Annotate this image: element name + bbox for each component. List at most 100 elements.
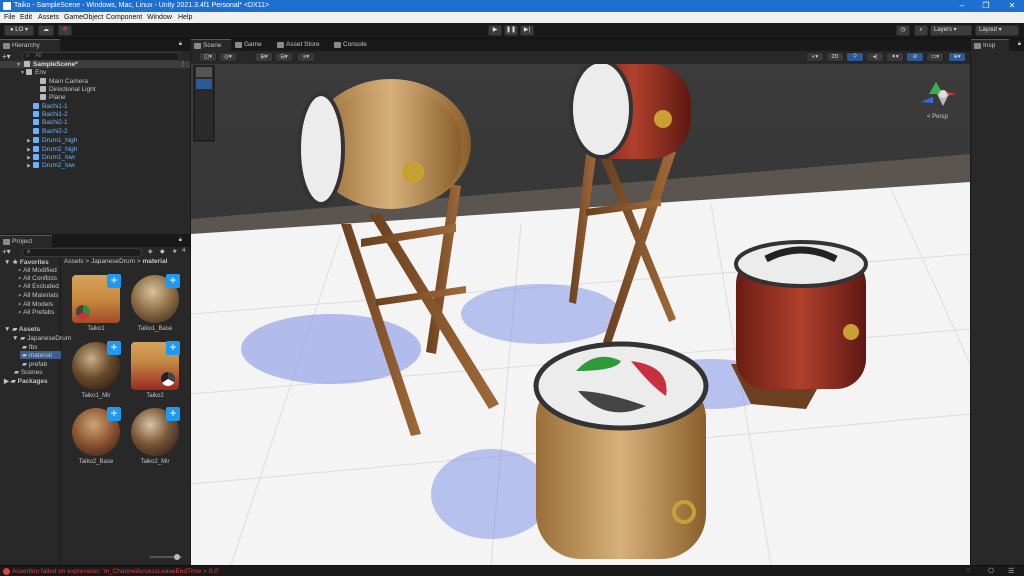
breadcrumb-item[interactable]: material	[142, 258, 167, 265]
label-icon[interactable]: ◆	[160, 248, 165, 255]
layout-dropdown[interactable]: Layout ▾	[975, 25, 1019, 36]
packages-folder[interactable]: ▶ ▰ Packages	[4, 377, 48, 385]
lock-icon[interactable]: 🔒︎	[1018, 41, 1021, 48]
tab-game[interactable]: Game	[232, 39, 268, 51]
tree-label: Bachi2-2	[42, 128, 68, 135]
debug-icon[interactable]: ⎔	[988, 567, 994, 575]
add-button[interactable]: +▾	[2, 52, 14, 61]
camera-settings-dropdown[interactable]: ▭▾	[926, 52, 944, 62]
layers-dropdown[interactable]: Layers ▾	[930, 25, 972, 36]
scene-icon	[24, 61, 30, 67]
project-tab-label: Project	[12, 238, 33, 245]
lighting-toggle-icon[interactable]: 💡︎	[846, 52, 864, 62]
notification-icon[interactable]: ☰	[1008, 567, 1014, 575]
scene-tab-icon	[194, 43, 201, 49]
menu-file[interactable]: File	[4, 14, 15, 21]
project-search-input[interactable]: ⌕	[22, 248, 142, 257]
collab-icon[interactable]: ✣	[58, 25, 72, 36]
gizmos-dropdown[interactable]: ⊕▾	[948, 52, 966, 62]
scene-viewport[interactable]: < Persp	[191, 64, 970, 565]
zoom-slider[interactable]	[150, 554, 182, 560]
draw-shaded-dropdown[interactable]: ◐▾	[806, 52, 824, 62]
inspector-panel: Insp 🔒︎	[971, 39, 1024, 565]
tab-asset-store[interactable]: Asset Store	[274, 39, 328, 51]
menu-edit[interactable]: Edit	[20, 14, 32, 21]
material-thumbnail: +	[131, 407, 180, 456]
effects-dropdown[interactable]: ✦▾	[886, 52, 904, 62]
prefab-icon	[33, 154, 39, 160]
hidden-objects-icon[interactable]: ⊘	[906, 52, 924, 62]
snap-value-dropdown[interactable]: ≡▾	[297, 52, 315, 62]
breadcrumb-item[interactable]: JapaneseDrum	[91, 258, 135, 265]
star-icon[interactable]: ★	[172, 248, 177, 255]
favorites-header[interactable]: ▼ ★ Favorites	[4, 258, 49, 266]
scene-tabbar: Scene Game Asset Store Console	[191, 39, 970, 51]
add-icon: +	[107, 341, 121, 355]
history-icon[interactable]: ◷	[896, 25, 910, 36]
search-icon[interactable]: ⌕	[914, 25, 928, 36]
title-bar: Taiko - SampleScene - Windows, Mac, Linu…	[0, 0, 1024, 12]
fav-all-excluded[interactable]: ⌕ All Excluded	[18, 283, 59, 291]
lock-icon[interactable]: 🔒︎	[179, 237, 182, 244]
fav-all-modified[interactable]: ⌕ All Modified	[18, 267, 57, 275]
material-thumbnail: +	[131, 274, 180, 323]
progress-icon[interactable]: ◌	[966, 567, 970, 574]
transform-tool-palette[interactable]	[193, 65, 215, 142]
grid-snap-dropdown[interactable]: ⊞▾	[255, 52, 273, 62]
breadcrumb-item[interactable]: Assets	[64, 258, 84, 265]
menu-window[interactable]: Window	[147, 14, 172, 21]
hierarchy-search-input[interactable]: ⌕ All	[22, 52, 180, 61]
folder-fbx[interactable]: ▰ fbx	[22, 343, 37, 351]
draw-mode-dropdown[interactable]: ◫▾	[199, 52, 217, 62]
status-message[interactable]: Assertion failed on expression: 'm_Chann…	[12, 568, 219, 575]
folder-scenes[interactable]: ▰ Scenes	[14, 368, 43, 376]
tab-console[interactable]: Console	[331, 39, 371, 51]
create-button[interactable]: +▾	[2, 247, 11, 256]
lock-icon[interactable]: 🔒︎	[179, 41, 182, 48]
tab-project[interactable]: Project	[0, 235, 52, 247]
minimize-button[interactable]: –	[950, 0, 974, 12]
toggle-2d-button[interactable]: 2D	[826, 52, 844, 62]
gizmo-pivot-dropdown[interactable]: ◎▾	[219, 52, 237, 62]
fav-all-models[interactable]: ⌕ All Models	[18, 301, 53, 309]
step-button[interactable]: ▶|	[520, 25, 534, 36]
maximize-button[interactable]: ❐	[974, 0, 998, 12]
cloud-icon[interactable]: ☁	[38, 25, 54, 36]
tab-scene[interactable]: Scene	[191, 39, 231, 51]
gameobject-icon	[40, 86, 46, 92]
project-tabbar: Project 🔒︎	[0, 235, 190, 247]
assets-folder[interactable]: ▼ ▰ Assets	[4, 325, 40, 333]
scene-menu-icon[interactable]: ⋮	[180, 60, 186, 67]
menu-gameobject[interactable]: GameObject	[64, 14, 103, 21]
zoom-slider-thumb[interactable]	[174, 554, 180, 560]
scene-row[interactable]: ▼ SampleScene* ⋮	[0, 61, 190, 68]
tab-inspector[interactable]: Insp	[971, 39, 1009, 51]
play-button[interactable]: ▶	[488, 25, 502, 36]
pause-button[interactable]: ❚❚	[504, 25, 518, 36]
filter-icon[interactable]: ◈	[148, 248, 153, 255]
asset-label: Taiko2_Base	[78, 459, 114, 465]
folder-material[interactable]: ▰ material	[20, 351, 61, 359]
audio-toggle-icon[interactable]: ◂)	[866, 52, 884, 62]
fav-all-materials[interactable]: ⌕ All Materials	[18, 292, 59, 300]
gameobject-icon	[40, 78, 46, 84]
asset-label: Taiko2	[146, 393, 164, 399]
prefab-icon	[33, 119, 39, 125]
menu-help[interactable]: Help	[178, 14, 192, 21]
fav-all-conflicts[interactable]: ⌕ All Conflicts	[18, 275, 57, 283]
menu-bar: File Edit Assets GameObject Component Wi…	[0, 12, 1024, 23]
increment-snap-dropdown[interactable]: ⊟▾	[275, 52, 293, 62]
close-button[interactable]: ✕	[1000, 0, 1024, 12]
add-icon: +	[166, 407, 180, 421]
tab-hierarchy[interactable]: Hierarchy	[0, 39, 60, 51]
tree-label: Drum1_high	[42, 137, 78, 144]
account-button[interactable]: ● LO ▾	[4, 25, 34, 36]
folder-japanesedrum[interactable]: ▼ ▰ JapaneseDrum	[12, 334, 71, 342]
layers-label: Layers	[934, 27, 953, 33]
folder-prefab[interactable]: ▰ prefab	[22, 360, 47, 368]
menu-assets[interactable]: Assets	[38, 14, 59, 21]
persp-label[interactable]: < Persp	[927, 114, 948, 120]
add-icon: +	[166, 274, 180, 288]
fav-all-prefabs[interactable]: ⌕ All Prefabs	[18, 309, 55, 317]
menu-component[interactable]: Component	[106, 14, 142, 21]
